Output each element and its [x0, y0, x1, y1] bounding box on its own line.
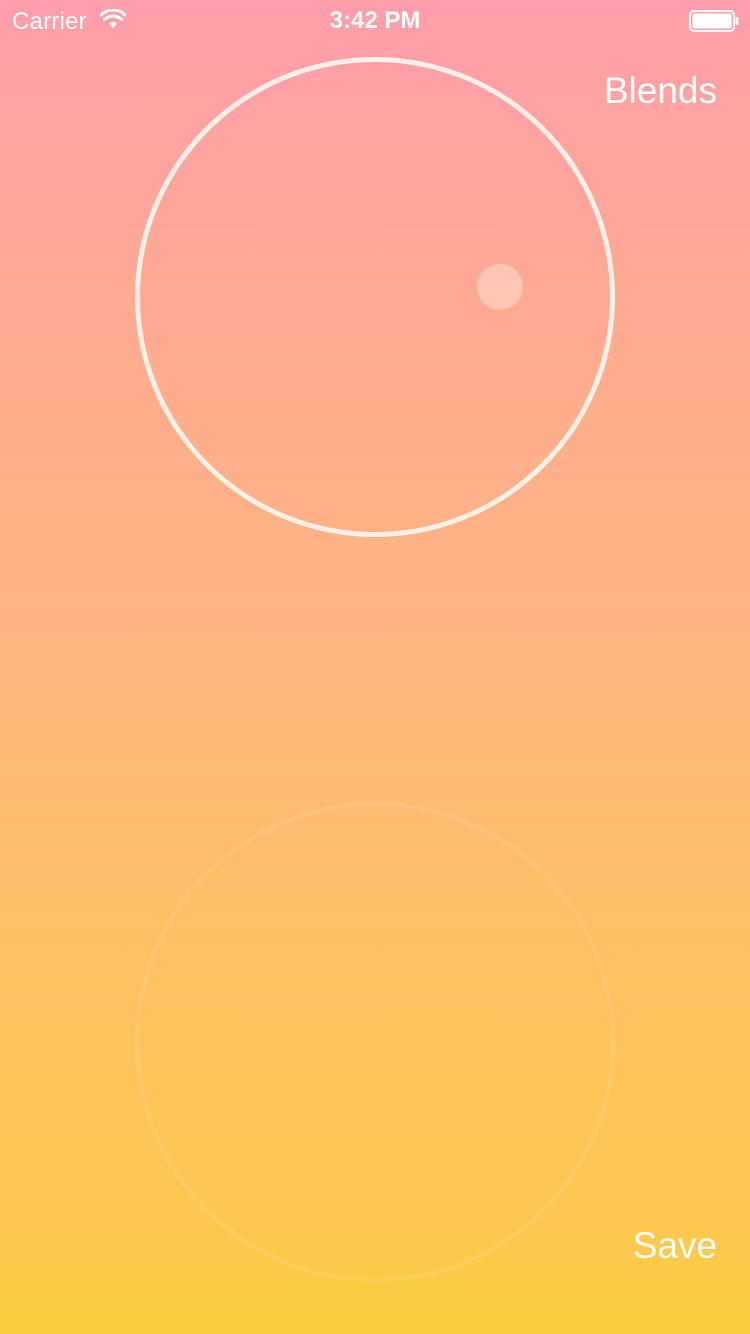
- color-wheel-bottom[interactable]: [135, 802, 615, 1282]
- status-time: 3:42 PM: [329, 7, 421, 34]
- status-bar: Carrier 3:42 PM: [0, 0, 750, 40]
- color-picker-handle[interactable]: [477, 264, 523, 310]
- blends-button[interactable]: Blends: [604, 70, 717, 112]
- battery-icon: [689, 10, 739, 32]
- save-button[interactable]: Save: [633, 1225, 717, 1267]
- color-wheel-top[interactable]: [135, 57, 615, 537]
